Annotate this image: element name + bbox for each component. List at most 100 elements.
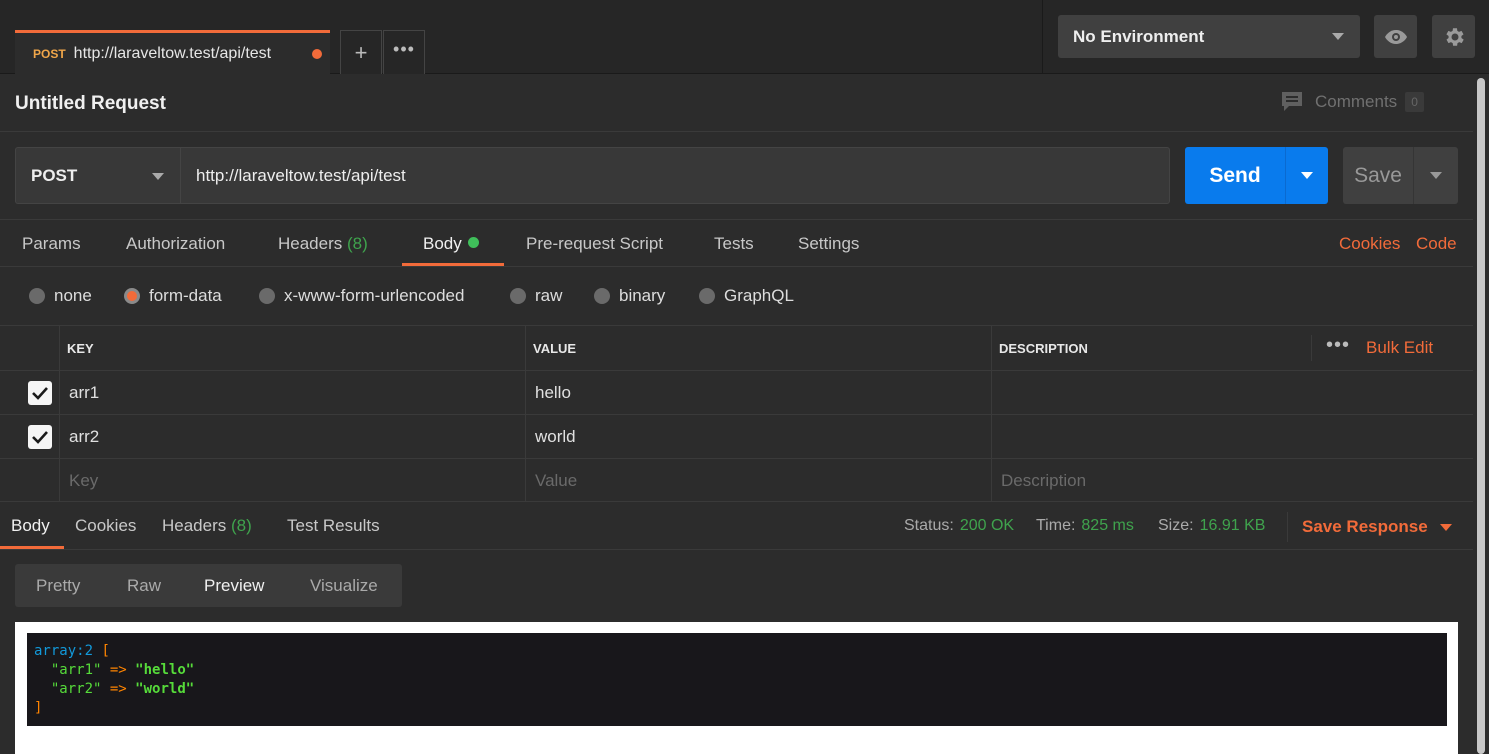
- save-button[interactable]: Save: [1343, 147, 1413, 204]
- status-value: 200 OK: [959, 517, 1015, 534]
- value-cell[interactable]: world: [525, 415, 991, 458]
- dump-type: array:2: [34, 643, 94, 659]
- cookies-link[interactable]: Cookies: [1339, 234, 1400, 254]
- table-row-new: Key Value Description: [0, 458, 1473, 502]
- radio-label: GraphQL: [724, 286, 794, 305]
- status-label: Status:: [904, 517, 954, 534]
- ellipsis-icon: •••: [393, 39, 415, 59]
- active-tab-indicator: [402, 263, 504, 266]
- code-link[interactable]: Code: [1416, 234, 1457, 254]
- view-visualize[interactable]: Visualize: [310, 576, 378, 596]
- key-cell[interactable]: arr2: [59, 415, 525, 458]
- dump-close-bracket: ]: [34, 700, 43, 716]
- row-checkbox[interactable]: [28, 425, 52, 449]
- send-options-dropdown[interactable]: [1285, 147, 1328, 204]
- column-header-value: VALUE: [525, 326, 991, 370]
- checkmark-icon: [32, 431, 48, 444]
- radio-raw[interactable]: raw: [510, 286, 562, 306]
- radio-binary[interactable]: binary: [594, 286, 665, 306]
- plus-icon: +: [354, 39, 368, 65]
- environment-select[interactable]: No Environment: [1058, 15, 1360, 58]
- table-row: arr2 world: [0, 414, 1473, 458]
- new-key-input[interactable]: Key: [59, 459, 525, 502]
- time-readout: Time: 825 ms: [1036, 517, 1134, 535]
- value-cell[interactable]: hello: [525, 371, 991, 414]
- checkmark-icon: [32, 387, 48, 400]
- vertical-scrollbar[interactable]: [1473, 74, 1489, 754]
- table-tools: ••• Bulk Edit: [1311, 334, 1433, 363]
- comments-count-badge: 0: [1405, 92, 1424, 112]
- tab-authorization[interactable]: Authorization: [126, 234, 225, 254]
- request-tab-url: http://laraveltow.test/api/test: [73, 44, 272, 62]
- radio-x-www-form-urlencoded[interactable]: x-www-form-urlencoded: [259, 286, 464, 306]
- view-pretty[interactable]: Pretty: [36, 576, 80, 596]
- table-row: arr1 hello: [0, 370, 1473, 414]
- scrollbar-thumb[interactable]: [1477, 78, 1485, 754]
- method-label: POST: [31, 165, 78, 185]
- tab-body[interactable]: Body: [423, 234, 479, 254]
- size-readout: Size: 16.91 KB: [1158, 517, 1265, 535]
- form-data-table: KEY VALUE DESCRIPTION ••• Bulk Edit arr1…: [0, 325, 1473, 502]
- comment-icon: [1282, 92, 1302, 111]
- request-tabs: Params Authorization Headers (8) Body Pr…: [0, 219, 1473, 267]
- tab-tests[interactable]: Tests: [714, 234, 754, 254]
- view-preview[interactable]: Preview: [204, 576, 264, 596]
- response-tab-cookies[interactable]: Cookies: [75, 516, 136, 536]
- new-description-input[interactable]: Description: [991, 459, 1473, 502]
- tab-settings[interactable]: Settings: [798, 234, 859, 254]
- save-response-label: Save Response: [1302, 517, 1428, 536]
- response-tab-headers[interactable]: Headers (8): [162, 516, 252, 536]
- key-cell[interactable]: arr1: [59, 371, 525, 414]
- description-cell[interactable]: [991, 371, 1473, 414]
- chevron-down-icon: [152, 173, 164, 180]
- save-response-button[interactable]: Save Response: [1287, 512, 1452, 542]
- bulk-edit-link[interactable]: Bulk Edit: [1366, 338, 1433, 358]
- radio-label: none: [54, 286, 92, 305]
- radio-circle-icon: [259, 288, 275, 304]
- tab-options-button[interactable]: •••: [383, 30, 425, 74]
- method-select[interactable]: POST: [15, 147, 180, 204]
- new-tab-button[interactable]: +: [340, 30, 382, 74]
- environment-quick-look-button[interactable]: [1374, 15, 1417, 58]
- request-title[interactable]: Untitled Request: [15, 93, 166, 115]
- status-readout: Status: 200 OK: [904, 517, 1014, 535]
- dump-value: "world": [135, 681, 195, 697]
- save-options-dropdown[interactable]: [1413, 147, 1458, 204]
- radio-label: binary: [619, 286, 666, 305]
- radio-label: x-www-form-urlencoded: [284, 286, 465, 305]
- dump-arrow: =>: [109, 681, 127, 697]
- radio-none[interactable]: none: [29, 286, 92, 306]
- tab-prerequest-script[interactable]: Pre-request Script: [526, 234, 663, 254]
- url-input[interactable]: [180, 147, 1170, 204]
- response-tab-headers-label: Headers: [162, 516, 227, 535]
- send-button[interactable]: Send: [1185, 147, 1285, 204]
- response-tab-body[interactable]: Body: [11, 516, 50, 536]
- description-cell[interactable]: [991, 415, 1473, 458]
- tab-headers[interactable]: Headers (8): [278, 234, 368, 254]
- radio-form-data[interactable]: form-data: [124, 286, 222, 306]
- manage-environments-button[interactable]: [1432, 15, 1475, 58]
- table-header-row: KEY VALUE DESCRIPTION ••• Bulk Edit: [0, 325, 1473, 370]
- chevron-down-icon: [1439, 523, 1452, 531]
- response-tab-headers-count: (8): [231, 516, 252, 535]
- radio-graphql[interactable]: GraphQL: [699, 286, 794, 306]
- view-raw[interactable]: Raw: [127, 576, 161, 596]
- dump-arrow: =>: [109, 662, 127, 678]
- response-tab-test-results[interactable]: Test Results: [287, 516, 380, 536]
- ellipsis-icon[interactable]: •••: [1312, 334, 1362, 363]
- radio-selected-icon: [124, 288, 140, 304]
- radio-circle-icon: [29, 288, 45, 304]
- request-tab-method: POST: [33, 46, 66, 61]
- radio-label: raw: [535, 286, 563, 305]
- response-tabs: Body Cookies Headers (8) Test Results St…: [0, 501, 1473, 550]
- comments-button[interactable]: Comments 0: [1280, 91, 1424, 113]
- eye-icon: [1384, 29, 1407, 44]
- request-tab[interactable]: POST http://laraveltow.test/api/test: [15, 30, 330, 74]
- new-value-input[interactable]: Value: [525, 459, 991, 502]
- column-header-key: KEY: [59, 326, 525, 370]
- size-label: Size:: [1158, 517, 1194, 534]
- unsaved-dot-icon: [312, 49, 322, 59]
- dump-key: "arr2": [50, 681, 102, 697]
- row-checkbox[interactable]: [28, 381, 52, 405]
- tab-params[interactable]: Params: [22, 234, 81, 254]
